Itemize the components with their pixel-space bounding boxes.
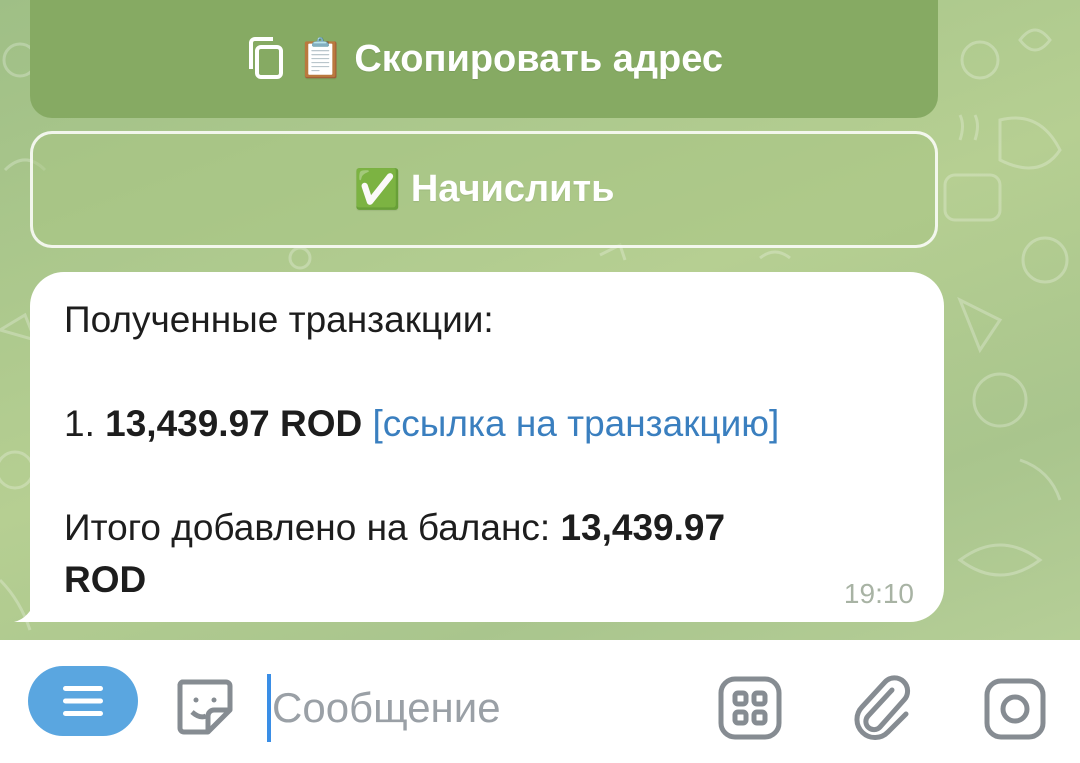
transaction-link[interactable]: [ссылка на транзакцию] (373, 403, 780, 444)
message-header: Полученные транзакции: (64, 299, 494, 340)
clipboard-emoji: 📋 (297, 38, 345, 80)
paperclip-icon (854, 675, 911, 740)
bot-commands-button[interactable] (716, 674, 784, 742)
total-amount: 13,439.97 (560, 507, 726, 548)
copy-address-label: Скопировать адрес (354, 37, 723, 80)
check-emoji: ✅ (353, 168, 401, 211)
total-currency: ROD (64, 559, 147, 600)
total-label: Итого добавлено на баланс: (64, 507, 551, 548)
text-cursor (267, 674, 271, 742)
message-bubble: Полученные транзакции: 1. 13,439.97 ROD … (30, 272, 944, 622)
credit-label: Начислить (410, 168, 615, 210)
bot-commands-icon (718, 676, 782, 740)
message-time: 19:10 (843, 578, 914, 609)
camera-icon (984, 678, 1046, 740)
copy-address-button[interactable]: 📋 Скопировать адрес (30, 0, 938, 118)
item-number: 1. (64, 403, 95, 444)
attach-button[interactable] (852, 672, 916, 742)
camera-button[interactable] (982, 676, 1048, 742)
sticker-button[interactable] (172, 674, 236, 738)
menu-icon (63, 686, 103, 716)
message-input-bar (0, 640, 1080, 763)
bot-menu-button[interactable] (28, 666, 138, 736)
transaction-item: 1. 13,439.97 ROD [ссылка на транзакцию] (64, 398, 910, 450)
sticker-icon (177, 679, 233, 735)
item-amount: 13,439.97 ROD (105, 403, 363, 444)
credit-button[interactable]: ✅ Начислить (30, 131, 938, 248)
message-input[interactable] (272, 676, 692, 740)
copy-icon (245, 35, 287, 83)
total-line: Итого добавлено на баланс: 13,439.97 (64, 502, 910, 554)
